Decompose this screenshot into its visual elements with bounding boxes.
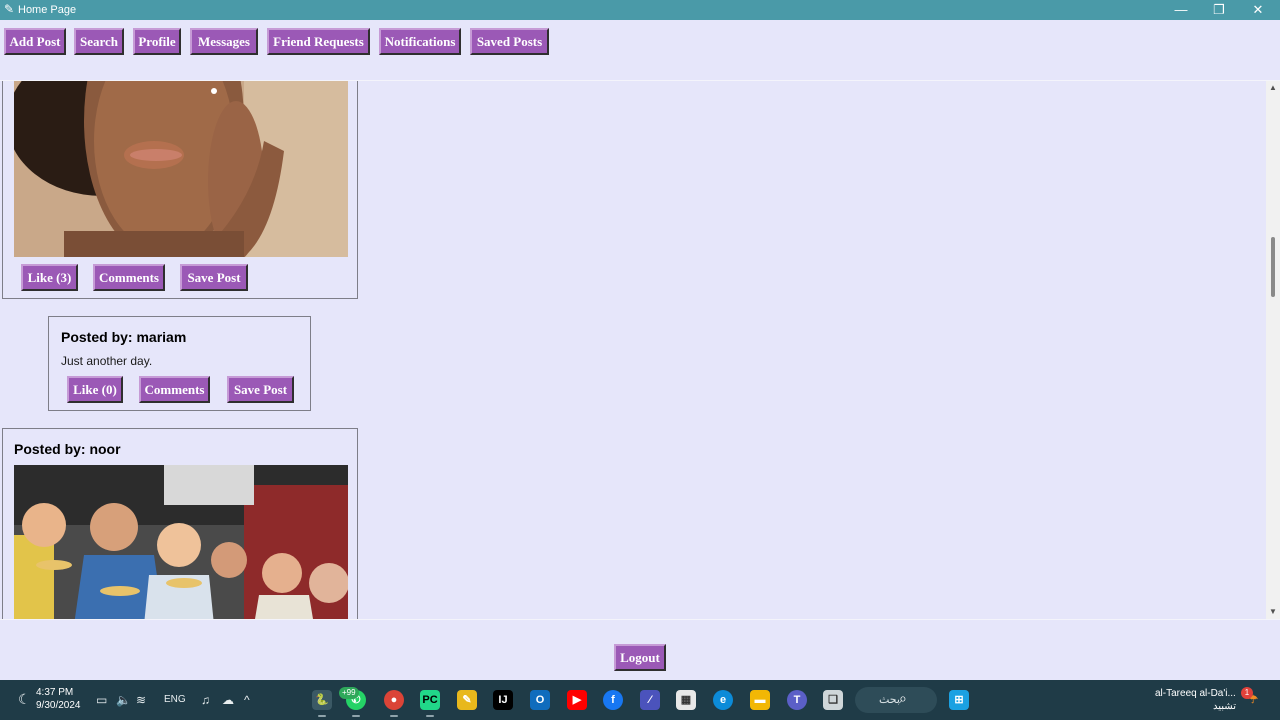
taskbar-search[interactable]: بحث ⌕ (855, 687, 937, 713)
logout-button[interactable]: Logout (614, 644, 666, 671)
post-content: Just another day. (61, 354, 153, 368)
woman-face-photo (14, 81, 348, 257)
paint-icon[interactable]: ✎ (457, 690, 477, 710)
chrome-icon[interactable]: ● (384, 690, 404, 710)
vertical-scrollbar[interactable]: ▲ ▼ (1266, 81, 1280, 619)
comments-button[interactable]: Comments (93, 264, 165, 291)
post-card: Like (3) Comments Save Post (2, 81, 358, 299)
whatsapp-badge: +99 (339, 687, 359, 699)
save-post-button[interactable]: Save Post (180, 264, 248, 291)
os-taskbar: ☾ ▭ 🔈 ≋ ENG ♫ ☁ ^ 🐍 ✆ ● PC ✎ IJ O ▶ f ⁄ … (0, 680, 1280, 720)
facebook-icon[interactable]: f (603, 690, 623, 710)
active-app-indicator (318, 715, 326, 717)
clock-time[interactable]: 4:37 PM (36, 687, 73, 698)
outlook-icon[interactable]: O (530, 690, 550, 710)
clock-date[interactable]: 9/30/2024 (36, 700, 81, 711)
store-icon[interactable]: ▦ (676, 690, 696, 710)
feather-icon: ✎ (4, 2, 15, 16)
top-toolbar: Add Post Search Profile Messages Friend … (0, 20, 1280, 80)
weather-location[interactable]: al-Tareeq al-Da'i... (1155, 688, 1236, 699)
search-text: بحث (879, 694, 900, 706)
window-switcher-icon[interactable]: ❏ (823, 690, 843, 710)
saved-posts-button[interactable]: Saved Posts (470, 28, 549, 55)
maximize-button[interactable]: ❐ (1200, 0, 1238, 20)
family-eating-pizza-photo (14, 465, 348, 619)
chevron-up-icon[interactable]: ^ (244, 692, 250, 708)
python-app-icon[interactable]: 🐍 (312, 690, 332, 710)
search-icon: ⌕ (899, 690, 907, 706)
edge-icon[interactable]: e (713, 690, 733, 710)
notifications-button[interactable]: Notifications (379, 28, 461, 55)
search-button[interactable]: Search (74, 28, 124, 55)
post-author: Posted by: mariam (61, 329, 187, 345)
posts-feed[interactable]: Like (3) Comments Save Post Posted by: m… (0, 81, 1266, 619)
file-explorer-icon[interactable]: ▬ (750, 690, 770, 710)
like-button[interactable]: Like (3) (21, 264, 78, 291)
woman-face-image (14, 81, 348, 257)
cloud-icon[interactable]: ☁ (222, 692, 234, 708)
language-indicator[interactable]: ENG (164, 692, 186, 708)
teams-icon[interactable]: T (787, 690, 807, 710)
comments-button[interactable]: Comments (139, 376, 210, 403)
scroll-thumb[interactable] (1271, 237, 1275, 297)
battery-icon[interactable]: ▭ (96, 692, 107, 708)
like-button[interactable]: Like (0) (67, 376, 123, 403)
post-card: Posted by: noor (2, 428, 358, 619)
volume-icon[interactable]: 🔈 (116, 692, 131, 708)
bottom-divider (0, 619, 1280, 620)
windows-start-icon[interactable]: ⊞ (949, 690, 969, 710)
scroll-up-icon[interactable]: ▲ (1266, 81, 1280, 95)
scroll-down-icon[interactable]: ▼ (1266, 605, 1280, 619)
post-author: Posted by: noor (14, 441, 121, 457)
close-button[interactable]: ✕ (1239, 0, 1277, 20)
minimize-button[interactable]: — (1162, 0, 1200, 20)
weather-condition[interactable]: تشبيد (1213, 701, 1236, 712)
friend-requests-button[interactable]: Friend Requests (267, 28, 370, 55)
title-bar: ✎ Home Page — ❐ ✕ (0, 0, 1280, 20)
pycharm-icon[interactable]: PC (420, 690, 440, 710)
profile-button[interactable]: Profile (133, 28, 181, 55)
save-post-button[interactable]: Save Post (227, 376, 294, 403)
messages-button[interactable]: Messages (190, 28, 258, 55)
family-pizza-image (14, 465, 348, 619)
vscode-like-icon[interactable]: ⁄ (640, 690, 660, 710)
moon-icon[interactable]: ☾ (18, 691, 31, 707)
youtube-icon[interactable]: ▶ (567, 690, 587, 710)
microphone-icon[interactable]: ♫ (201, 692, 210, 708)
notification-badge: 1 (1241, 687, 1253, 699)
add-post-button[interactable]: Add Post (4, 28, 66, 55)
active-app-indicator (352, 715, 360, 717)
intellij-icon[interactable]: IJ (493, 690, 513, 710)
window-title: Home Page (18, 4, 77, 16)
wifi-icon[interactable]: ≋ (136, 692, 146, 708)
active-app-indicator (390, 715, 398, 717)
active-app-indicator (426, 715, 434, 717)
post-card: Posted by: mariam Just another day. Like… (48, 316, 311, 411)
